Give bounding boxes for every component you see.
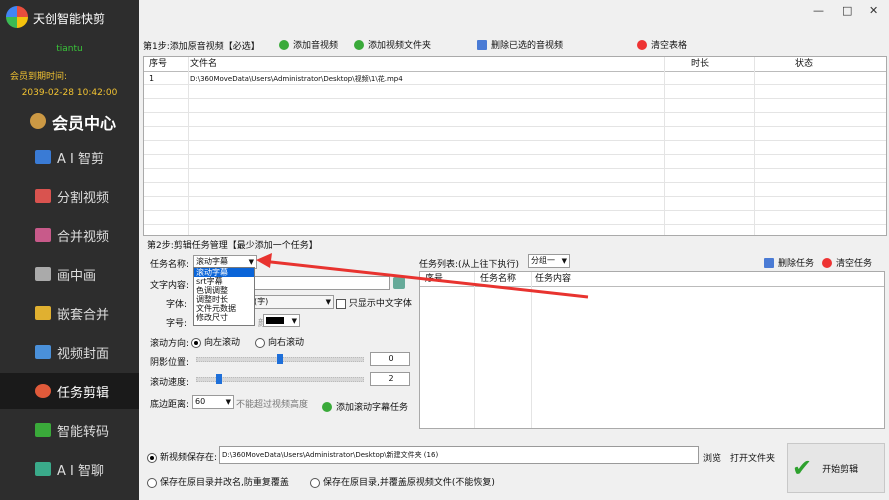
radio-icon — [147, 452, 157, 463]
annotation-arrow — [256, 253, 589, 299]
save-new-label: 新视频保存在: — [160, 453, 218, 463]
save-original-rename-label: 保存在原目录并改名,防重复覆盖 — [160, 478, 289, 488]
radio-icon — [310, 477, 320, 488]
save-original-overwrite-label: 保存在原目录,并覆盖原视频文件(不能恢复) — [323, 478, 495, 488]
save-new-radio[interactable]: 新视频保存在: — [147, 450, 217, 463]
checkmark-icon: ✔ — [792, 454, 813, 482]
radio-icon — [147, 477, 157, 488]
save-original-rename-radio[interactable]: 保存在原目录并改名,防重复覆盖 — [147, 475, 289, 488]
start-edit-button[interactable]: ✔ 开始剪辑 — [787, 443, 885, 493]
open-folder-button[interactable]: 打开文件夹 — [730, 451, 775, 464]
save-original-overwrite-radio[interactable]: 保存在原目录,并覆盖原视频文件(不能恢复) — [310, 475, 495, 488]
browse-button[interactable]: 浏览 — [703, 451, 721, 464]
save-path-value: D:\360MoveData\Users\Administrator\Deskt… — [222, 451, 439, 459]
start-edit-label: 开始剪辑 — [822, 464, 859, 475]
save-path-input[interactable]: D:\360MoveData\Users\Administrator\Deskt… — [219, 446, 699, 464]
